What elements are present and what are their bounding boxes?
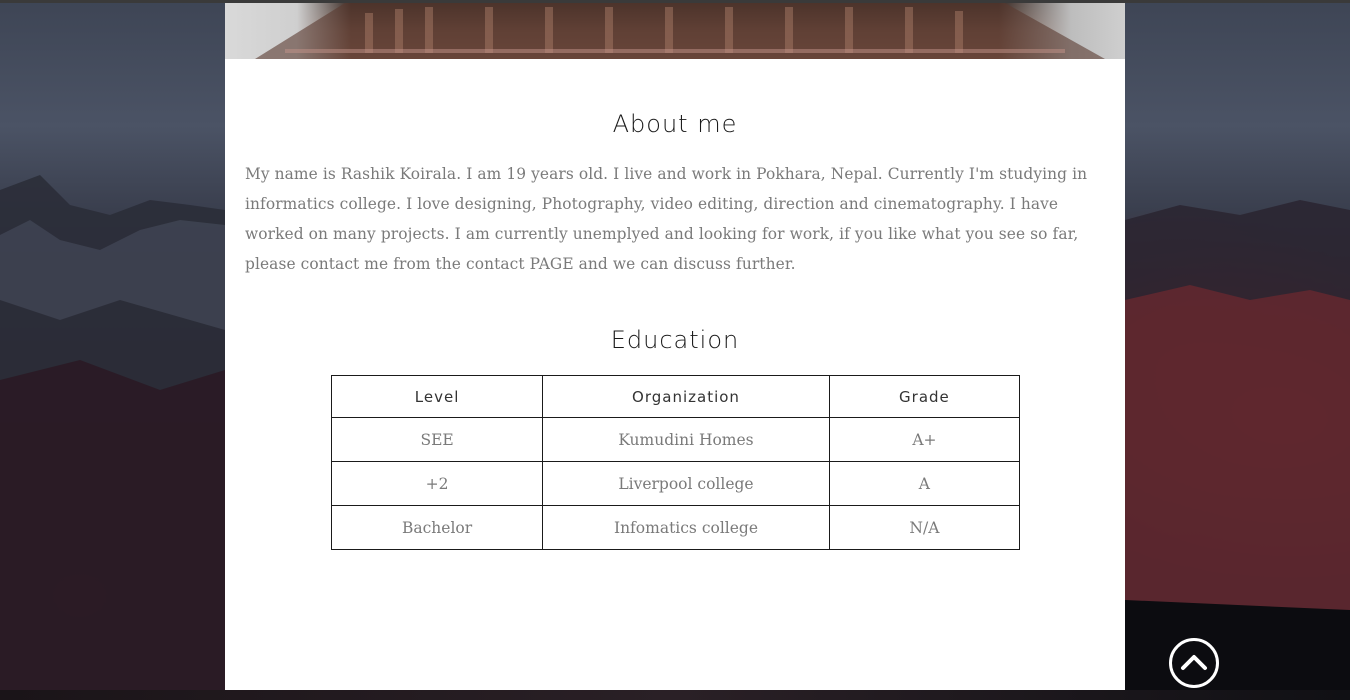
header-banner-image	[225, 3, 1125, 59]
cell-organization: Kumudini Homes	[542, 417, 830, 462]
about-title: About me	[612, 110, 738, 138]
chevron-up-icon	[1181, 655, 1207, 670]
temple-carving-image	[255, 3, 1105, 59]
scroll-to-top-button[interactable]	[1169, 638, 1219, 688]
header-organization: Organization	[542, 375, 830, 418]
education-table: Level Organization Grade SEE Kumudini Ho…	[330, 375, 1021, 550]
table-header-row: Level Organization Grade	[330, 375, 1021, 418]
cell-grade: A	[828, 461, 1021, 506]
education-title: Education	[610, 326, 740, 354]
header-level: Level	[330, 375, 544, 418]
cell-organization: Infomatics college	[542, 505, 830, 550]
about-paragraph: My name is Rashik Koirala. I am 19 years…	[245, 165, 1088, 273]
content-card: About me My name is Rashik Koirala. I am…	[225, 3, 1125, 690]
cell-grade: N/A	[828, 505, 1021, 550]
cell-level: Bachelor	[330, 505, 544, 550]
bottom-strip	[0, 690, 1350, 700]
table-row: SEE Kumudini Homes A+	[330, 417, 1021, 462]
window-top-border	[0, 0, 1350, 3]
header-grade: Grade	[828, 375, 1021, 418]
table-row: +2 Liverpool college A	[330, 461, 1021, 506]
cell-organization: Liverpool college	[542, 461, 830, 506]
cell-level: SEE	[330, 417, 544, 462]
cell-grade: A+	[828, 417, 1021, 462]
cell-level: +2	[330, 461, 544, 506]
table-row: Bachelor Infomatics college N/A	[330, 505, 1021, 550]
